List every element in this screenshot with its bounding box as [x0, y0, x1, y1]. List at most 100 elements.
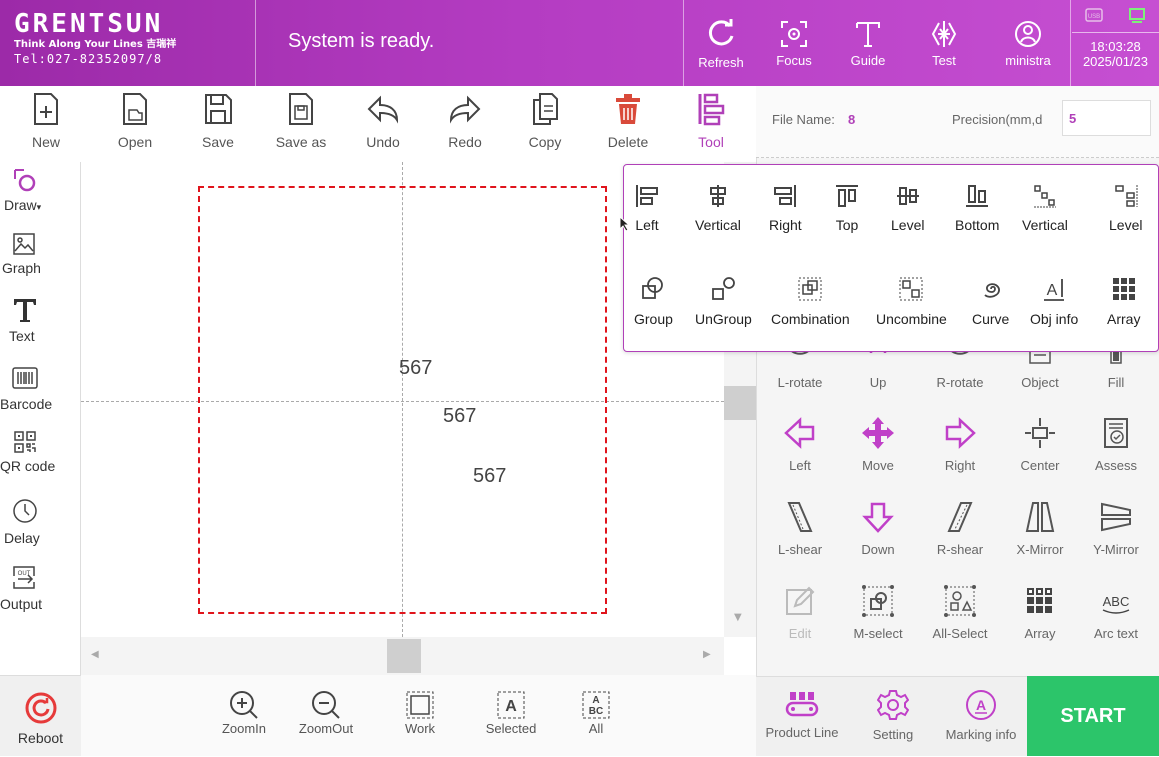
copy-icon [533, 93, 558, 125]
uncombine-button[interactable]: Uncombine [876, 275, 947, 327]
canvas-text-object[interactable]: 567 [473, 465, 506, 488]
curve-button[interactable]: Curve [972, 275, 1009, 327]
obj-info-button[interactable]: A Obj info [1030, 275, 1078, 327]
user-button[interactable]: ministra [990, 0, 1066, 86]
left-move-button[interactable]: Left [760, 416, 840, 473]
system-status: System is ready. [288, 30, 435, 52]
reboot-button[interactable]: Reboot [0, 675, 81, 756]
align-bottom-button[interactable]: Bottom [955, 183, 999, 233]
time-display: 18:03:28 [1090, 39, 1141, 54]
work-label: Work [404, 721, 436, 736]
scroll-right-arrow-icon[interactable]: ▶ [703, 649, 711, 660]
scroll-down-arrow-icon[interactable]: ▼ [734, 612, 742, 623]
horizontal-scrollbar[interactable]: ◀ ▶ [81, 637, 724, 675]
selected-icon: A [497, 691, 525, 719]
refresh-button[interactable]: Refresh [688, 0, 754, 86]
all-select-button[interactable]: All-Select [920, 584, 1000, 641]
canvas-text-object[interactable]: 567 [443, 405, 476, 428]
all-zoom-button[interactable]: A BC All [571, 675, 621, 756]
guide-button[interactable]: Guide [838, 0, 898, 86]
array-button[interactable]: Array [1000, 584, 1080, 641]
array-label: Array [1024, 626, 1056, 641]
align-top-button[interactable]: Top [834, 183, 860, 233]
r-shear-label: R-shear [936, 542, 984, 557]
text-icon [14, 299, 36, 322]
align-left-button[interactable]: Left [634, 183, 660, 233]
group-button[interactable]: Group [634, 275, 673, 327]
selected-zoom-button[interactable]: A Selected [476, 675, 546, 756]
product-line-button[interactable]: Product Line [756, 677, 848, 757]
down-button[interactable]: Down [838, 500, 918, 557]
output-button[interactable]: OUT Output [0, 564, 81, 612]
align-level-center-button[interactable]: Level [891, 183, 924, 233]
distribute-vertical-button[interactable]: Vertical [1022, 183, 1068, 233]
m-select-icon [862, 585, 894, 617]
tool-alignment-popup: Left Vertical Right Top Level Bottom Ver… [623, 164, 1159, 352]
date-display: 2025/01/23 [1082, 54, 1149, 69]
distribute-level-button[interactable]: Level [1109, 183, 1142, 233]
popup-array-button[interactable]: Array [1107, 275, 1140, 327]
barcode-label: Barcode [0, 396, 53, 412]
start-button[interactable]: START [1027, 676, 1159, 756]
redo-icon [449, 95, 481, 124]
graph-button[interactable]: Graph [0, 232, 81, 276]
test-button[interactable]: Test [914, 0, 974, 86]
setting-label: Setting [872, 727, 914, 742]
scroll-left-arrow-icon[interactable]: ◀ [91, 649, 99, 660]
qr-code-button[interactable]: QR code [0, 430, 81, 474]
y-mirror-label: Y-Mirror [1093, 542, 1139, 557]
barcode-button[interactable]: Barcode [0, 366, 81, 412]
focus-button[interactable]: Focus [764, 0, 824, 86]
delete-icon [616, 94, 640, 124]
zoom-in-button[interactable]: ZoomIn [214, 675, 274, 756]
save-button[interactable]: Save [183, 86, 253, 162]
mouse-cursor-icon [619, 216, 631, 232]
r-rotate-label: R-rotate [936, 375, 984, 390]
marking-info-button[interactable]: A Marking info [936, 677, 1026, 757]
vertical-scroll-thumb[interactable] [724, 386, 756, 420]
canvas-text-object[interactable]: 567 [399, 357, 432, 380]
right-move-button[interactable]: Right [920, 416, 1000, 473]
save-as-label: Save as [275, 134, 327, 150]
delay-button[interactable]: Delay [0, 498, 81, 546]
setting-button[interactable]: Setting [858, 677, 928, 757]
open-button[interactable]: Open [100, 86, 170, 162]
draw-button[interactable]: Draw▾ [0, 167, 81, 213]
group-label: Group [634, 311, 673, 327]
zoom-out-button[interactable]: ZoomOut [291, 675, 361, 756]
text-button[interactable]: Text [0, 296, 81, 344]
work-zoom-button[interactable]: Work [395, 675, 445, 756]
center-button[interactable]: Center [1000, 416, 1080, 473]
x-mirror-button[interactable]: X-Mirror [1000, 500, 1080, 557]
y-mirror-button[interactable]: Y-Mirror [1076, 500, 1156, 557]
align-level-center-icon [896, 187, 919, 205]
edit-button[interactable]: Edit [760, 584, 840, 641]
undo-button[interactable]: Undo [348, 86, 418, 162]
r-shear-button[interactable]: R-shear [920, 500, 1000, 557]
new-button[interactable]: New [11, 86, 81, 162]
m-select-button[interactable]: M-select [838, 584, 918, 641]
l-shear-button[interactable]: L-shear [760, 500, 840, 557]
test-label: Test [932, 52, 956, 68]
ungroup-button[interactable]: UnGroup [695, 275, 752, 327]
assess-button[interactable]: Assess [1076, 416, 1156, 473]
combination-button[interactable]: Combination [771, 275, 850, 327]
delete-button[interactable]: Delete [593, 86, 663, 162]
svg-text:A: A [505, 698, 517, 715]
align-vertical-center-button[interactable]: Vertical [695, 183, 741, 233]
open-label: Open [117, 134, 153, 150]
copy-button[interactable]: Copy [510, 86, 580, 162]
align-right-button[interactable]: Right [769, 183, 802, 233]
align-top-label: Top [835, 217, 859, 233]
horizontal-scroll-thumb[interactable] [387, 639, 421, 673]
tool-button[interactable]: Tool [676, 86, 746, 162]
svg-text:A: A [976, 697, 986, 713]
work-area-boundary [198, 186, 607, 614]
precision-field[interactable]: 5 [1062, 100, 1151, 136]
zoom-out-label: ZoomOut [298, 721, 354, 736]
guide-label: Guide [850, 52, 886, 68]
move-button[interactable]: Move [838, 416, 918, 473]
redo-button[interactable]: Redo [430, 86, 500, 162]
save-as-button[interactable]: Save as [266, 86, 336, 162]
arc-text-button[interactable]: ABC Arc text [1076, 584, 1156, 641]
